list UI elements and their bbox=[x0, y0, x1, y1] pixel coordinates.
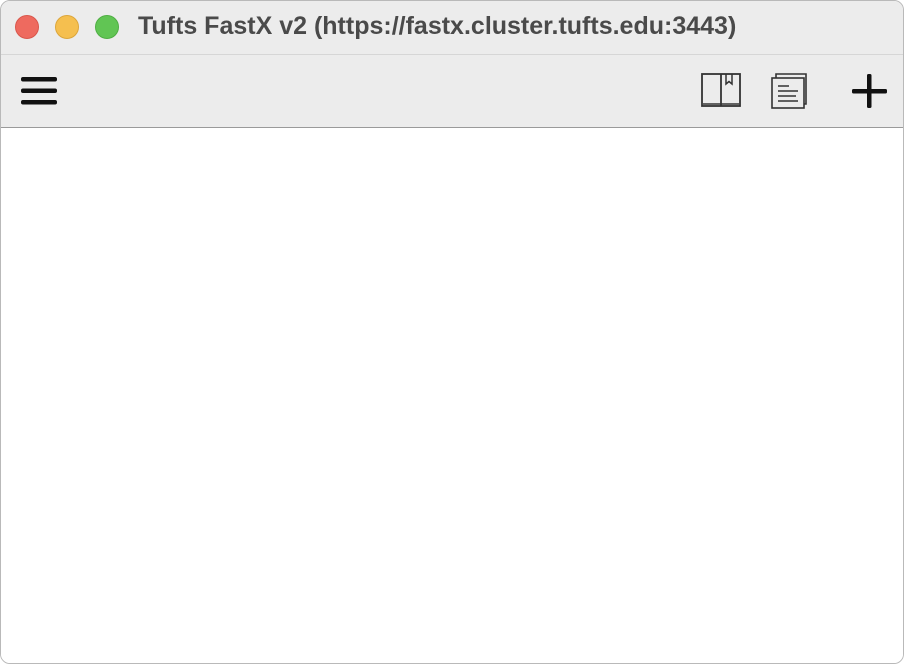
document-list-icon bbox=[771, 73, 807, 109]
session-list-area[interactable] bbox=[1, 128, 903, 663]
bookmarks-button[interactable] bbox=[699, 71, 743, 111]
add-session-button[interactable] bbox=[849, 72, 889, 110]
plus-icon bbox=[852, 74, 887, 108]
minimize-window-button[interactable] bbox=[55, 15, 79, 39]
close-window-button[interactable] bbox=[15, 15, 39, 39]
menu-button[interactable] bbox=[19, 72, 59, 110]
book-bookmark-icon bbox=[701, 73, 741, 107]
app-window: Tufts FastX v2 (https://fastx.cluster.tu… bbox=[0, 0, 904, 664]
maximize-window-button[interactable] bbox=[95, 15, 119, 39]
window-title: Tufts FastX v2 (https://fastx.cluster.tu… bbox=[138, 12, 737, 40]
hamburger-menu-icon bbox=[21, 77, 57, 105]
title-bar[interactable]: Tufts FastX v2 (https://fastx.cluster.tu… bbox=[1, 1, 903, 55]
toolbar bbox=[1, 55, 903, 128]
sessions-button[interactable] bbox=[767, 71, 811, 111]
